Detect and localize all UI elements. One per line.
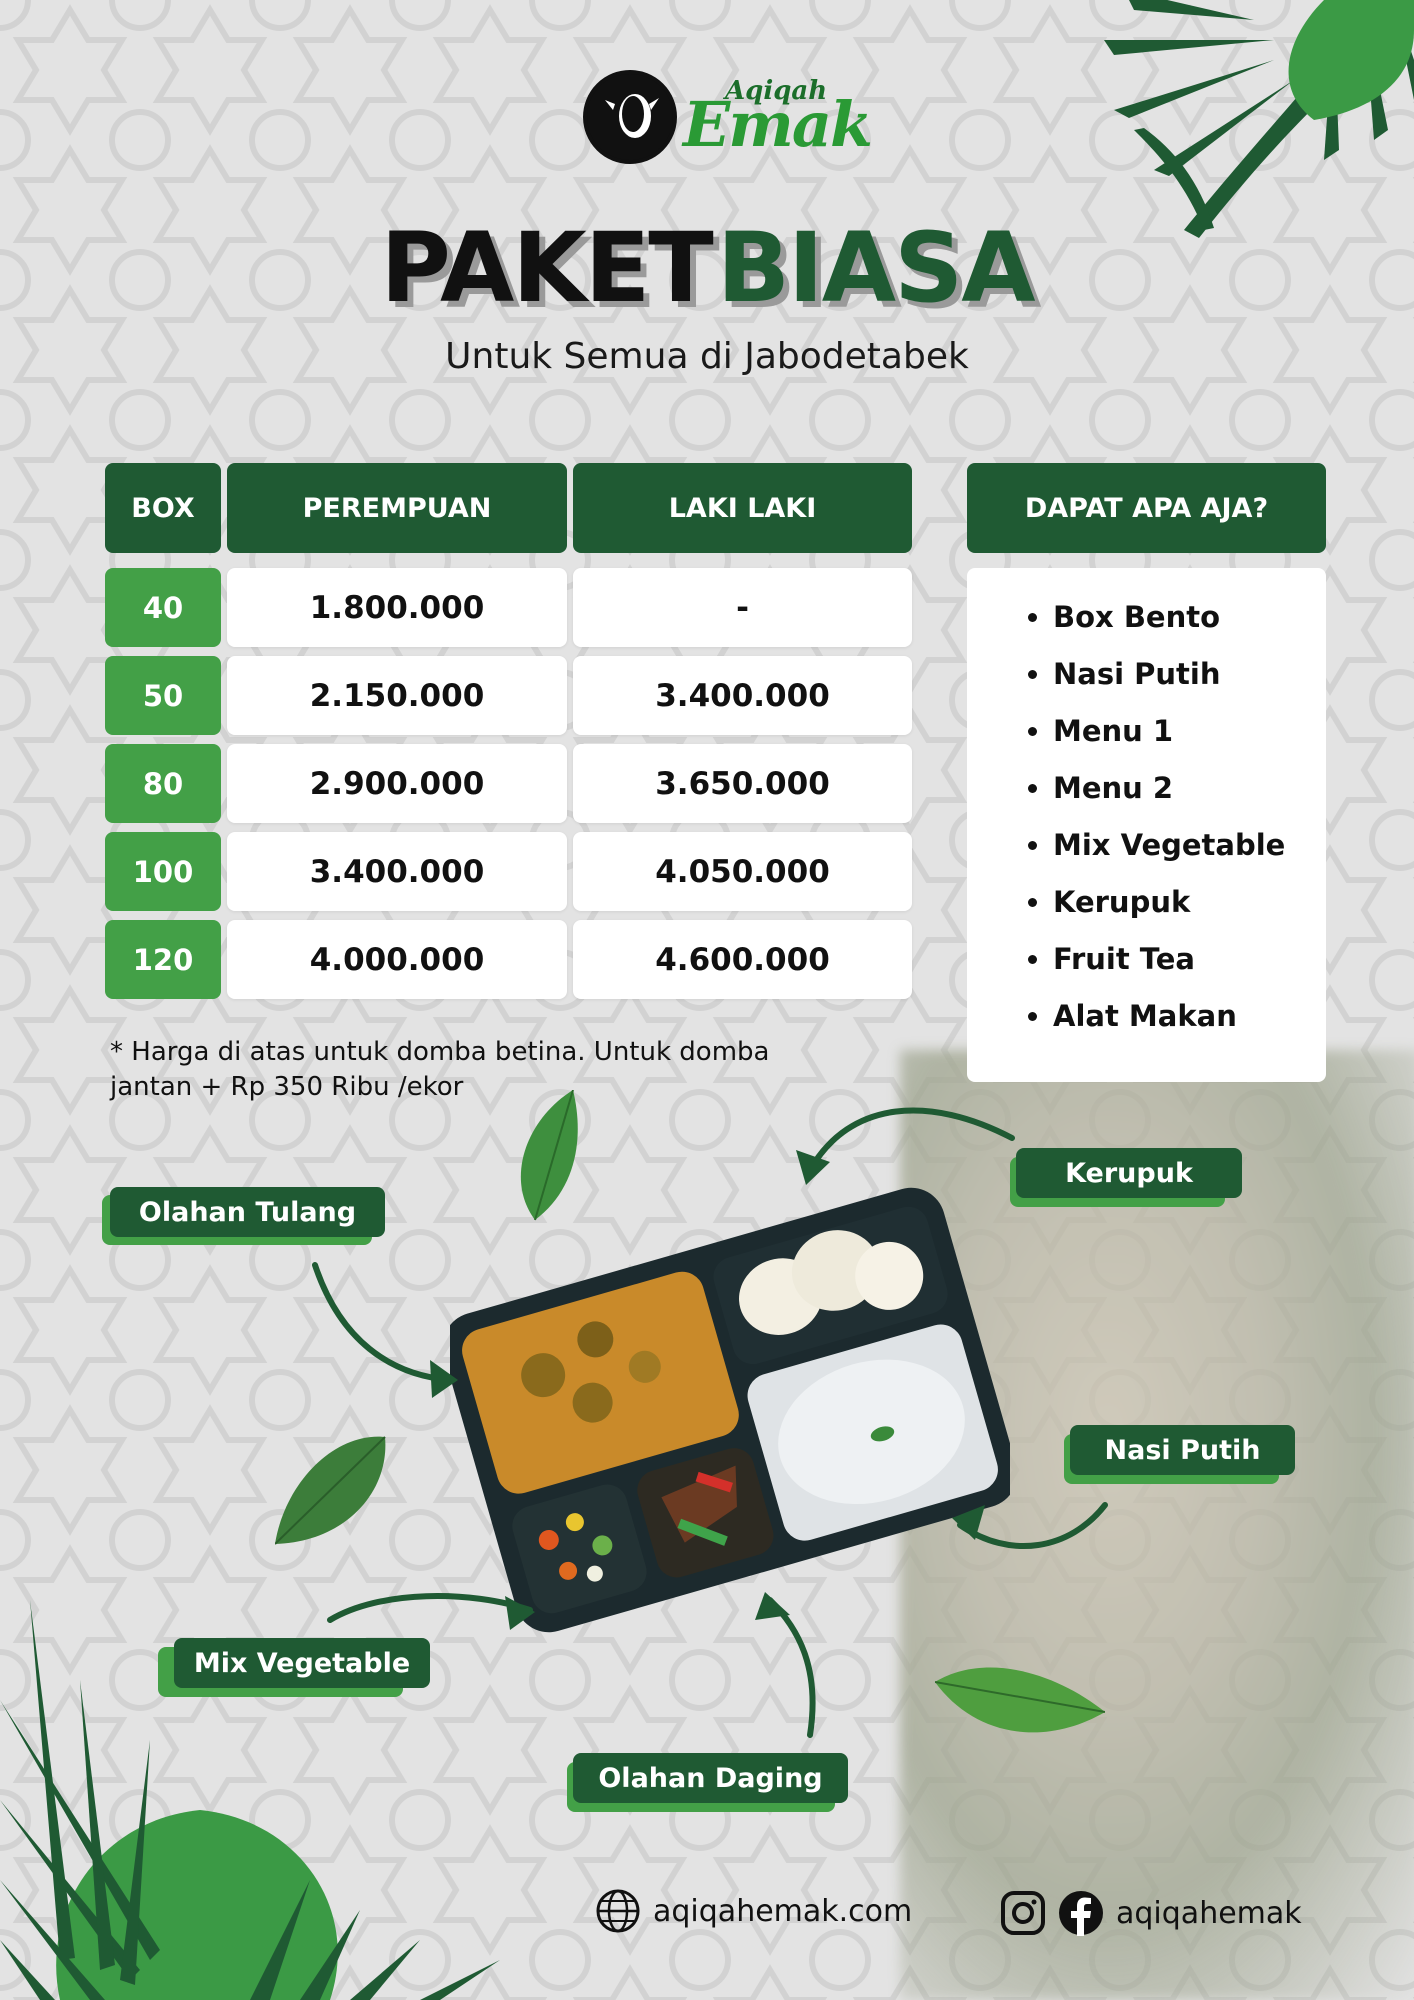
price-perempuan: 2.150.000 <box>227 656 567 735</box>
col-header-laki-laki: LAKI LAKI <box>573 463 912 553</box>
food-tray-image <box>450 1187 1010 1633</box>
included-item: Nasi Putih <box>1053 653 1285 710</box>
price-laki-laki: - <box>573 568 912 647</box>
label-olahan-daging: Olahan Daging <box>573 1753 848 1803</box>
included-item: Menu 1 <box>1053 710 1285 767</box>
price-laki-laki: 4.600.000 <box>573 920 912 999</box>
label-nasi-putih: Nasi Putih <box>1070 1425 1295 1475</box>
price-note: * Harga di atas untuk domba betina. Untu… <box>110 1037 770 1102</box>
footer-website: aqiqahemak.com <box>595 1888 912 1934</box>
included-item: Kerupuk <box>1053 881 1285 938</box>
included-panel: Box Bento Nasi Putih Menu 1 Menu 2 Mix V… <box>967 568 1326 1082</box>
leaf-icon <box>275 1436 386 1545</box>
social-handle[interactable]: aqiqahemak <box>1116 1896 1302 1931</box>
box-count: 100 <box>105 832 221 911</box>
included-item: Menu 2 <box>1053 767 1285 824</box>
leaf-icon <box>520 1090 578 1221</box>
included-item: Mix Vegetable <box>1053 824 1285 881</box>
price-laki-laki: 3.400.000 <box>573 656 912 735</box>
price-laki-laki: 3.650.000 <box>573 744 912 823</box>
page-title: PAKET BIASA <box>0 212 1414 324</box>
page-subtitle: Untuk Semua di Jabodetabek <box>445 336 969 377</box>
label-mix-vegetable: Mix Vegetable <box>174 1638 430 1688</box>
brand-line2: Emak <box>683 88 873 161</box>
globe-icon <box>596 1889 640 1933</box>
website-link[interactable]: aqiqahemak.com <box>653 1894 912 1929</box>
included-list: Box Bento Nasi Putih Menu 1 Menu 2 Mix V… <box>1053 596 1285 1052</box>
included-header: DAPAT APA AJA? <box>967 463 1326 553</box>
price-perempuan: 4.000.000 <box>227 920 567 999</box>
price-laki-laki: 4.050.000 <box>573 832 912 911</box>
col-header-perempuan: PEREMPUAN <box>227 463 567 553</box>
included-item: Fruit Tea <box>1053 938 1285 995</box>
label-kerupuk: Kerupuk <box>1016 1148 1242 1198</box>
title-word2: BIASA <box>716 212 1036 324</box>
included-item: Box Bento <box>1053 596 1285 653</box>
sheep-logo-icon <box>583 70 677 164</box>
leaf-icon <box>935 1667 1105 1733</box>
footer-social: aqiqahemak <box>1000 1890 1302 1936</box>
price-perempuan: 1.800.000 <box>227 568 567 647</box>
instagram-icon[interactable] <box>1000 1890 1046 1936</box>
box-count: 40 <box>105 568 221 647</box>
facebook-icon[interactable] <box>1058 1890 1104 1936</box>
brand-logo: Aqiqah Emak <box>583 68 873 168</box>
box-count: 80 <box>105 744 221 823</box>
col-header-box: BOX <box>105 463 221 553</box>
price-perempuan: 3.400.000 <box>227 832 567 911</box>
box-count: 50 <box>105 656 221 735</box>
box-count: 120 <box>105 920 221 999</box>
label-olahan-tulang: Olahan Tulang <box>110 1187 385 1237</box>
included-item: Alat Makan <box>1053 995 1285 1052</box>
price-perempuan: 2.900.000 <box>227 744 567 823</box>
title-word1: PAKET <box>380 212 713 324</box>
